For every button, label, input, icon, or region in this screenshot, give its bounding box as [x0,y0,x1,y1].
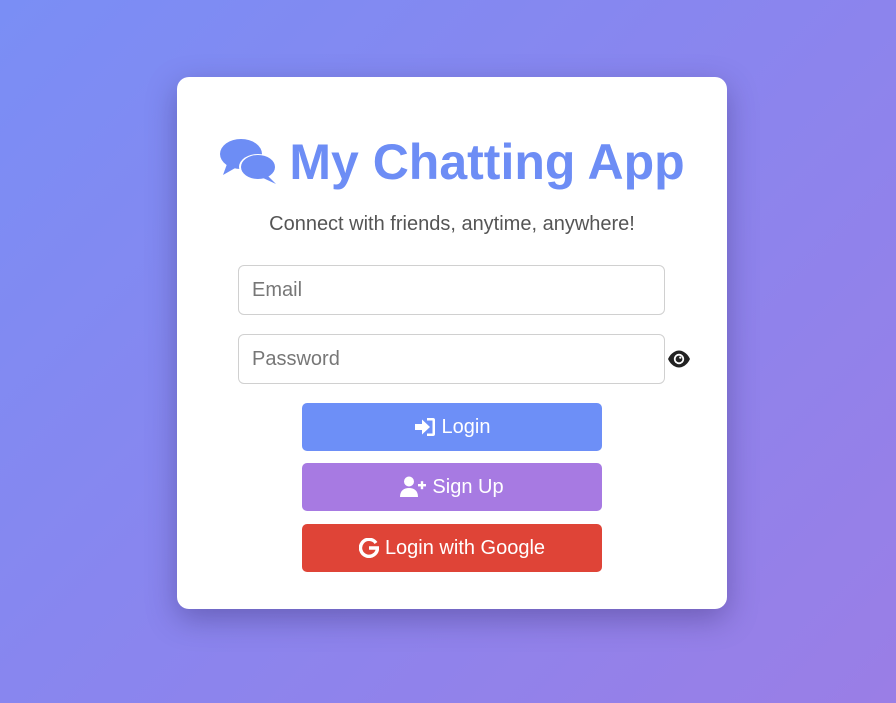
user-plus-icon [400,476,432,498]
login-button[interactable]: Login [302,403,602,451]
google-icon [358,538,385,558]
sign-in-icon [414,417,442,437]
signup-button-label: Sign Up [432,475,504,498]
email-field[interactable] [238,265,665,315]
app-subtitle: Connect with friends, anytime, anywhere! [269,213,635,235]
app-header: My Chatting App [177,134,727,190]
comments-icon [219,137,279,187]
login-button-label: Login [441,415,491,438]
signup-button[interactable]: Sign Up [302,463,602,511]
password-field[interactable] [238,334,665,384]
app-title: My Chatting App [289,134,685,190]
google-button-label: Login with Google [384,536,546,559]
eye-icon[interactable] [666,347,692,371]
login-card: My Chatting App Connect with friends, an… [177,77,727,609]
google-login-button[interactable]: Login with Google [302,524,602,572]
